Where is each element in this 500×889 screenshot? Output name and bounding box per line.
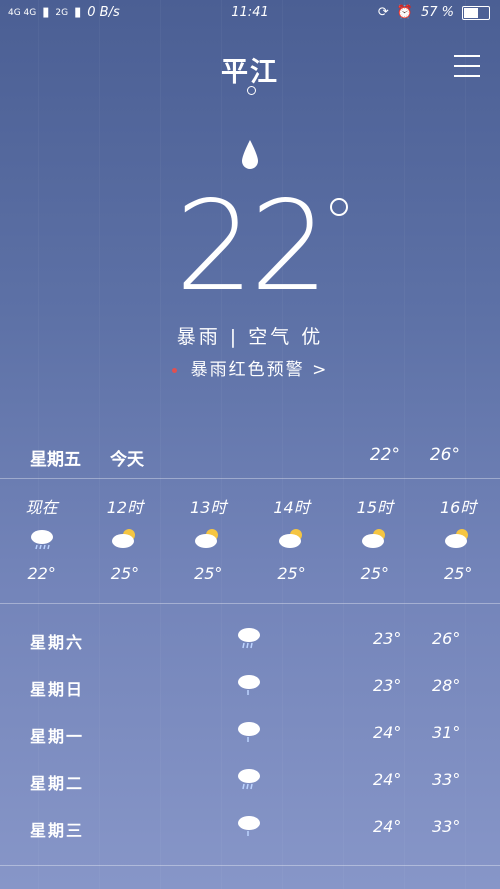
raindrop-icon: [242, 140, 258, 169]
battery-icon: [462, 5, 490, 20]
daily-forecast: 星期六 23° 26° 星期日 23° 28° 星期一 24° 31° 星期二 …: [0, 625, 500, 860]
today-high: 26°: [429, 445, 460, 465]
daily-low: 24°: [373, 770, 402, 789]
partly-cloudy-icon: [167, 520, 250, 556]
lock-rotation-icon: ⟳: [377, 5, 389, 20]
daily-weekday: 星期一: [30, 727, 85, 746]
hourly-item: 现在 22°: [0, 494, 83, 583]
heavy-rain-cloud-icon: [236, 625, 262, 653]
daily-row[interactable]: 星期一 24° 31°: [0, 719, 500, 766]
alert-text: 暴雨红色预警 >: [190, 360, 329, 380]
light-rain-cloud-icon: [236, 813, 262, 841]
daily-low: 24°: [373, 723, 402, 742]
daily-row[interactable]: 星期六 23° 26°: [0, 625, 500, 672]
daily-low: 24°: [373, 817, 402, 836]
daily-high: 33°: [432, 770, 461, 789]
menu-button[interactable]: [454, 55, 480, 77]
today-weekday: 星期五: [30, 450, 81, 470]
partly-cloudy-icon: [416, 520, 499, 556]
hourly-forecast[interactable]: 现在 22° 12时 25° 13时 25° 14时 25° 15时 25° 1…: [0, 494, 500, 583]
alarm-icon: ⏰: [396, 5, 413, 20]
current-temperature: 22: [175, 175, 329, 319]
divider: [0, 603, 500, 604]
status-bar: 4G 4G ▮ 2G ▮ 0 B/s 11:41 ⟳ ⏰ 57 %: [0, 0, 500, 26]
battery-percent: 57 %: [420, 5, 454, 20]
daily-high: 33°: [432, 817, 461, 836]
location-marker-icon: [247, 86, 256, 95]
hourly-time: 15时: [356, 498, 394, 517]
hourly-item: 14时 25°: [250, 494, 333, 583]
hourly-time: 14时: [273, 498, 310, 517]
daily-low: 23°: [373, 676, 402, 695]
city-name[interactable]: 平江: [0, 50, 500, 89]
hourly-item: 16时 25°: [416, 494, 499, 583]
partly-cloudy-icon: [250, 520, 333, 556]
today-low: 22°: [369, 445, 400, 465]
today-label: 今天: [110, 450, 144, 470]
weather-alert[interactable]: 暴雨红色预警 >: [0, 355, 500, 380]
today-row: 星期五 今天 22° 26°: [30, 445, 470, 470]
daily-high: 31°: [432, 723, 461, 742]
rain-cloud-icon: [0, 520, 83, 556]
daily-weekday: 星期三: [30, 821, 85, 840]
hourly-temp: 25°: [277, 564, 306, 583]
daily-low: 23°: [373, 629, 402, 648]
hourly-item: 13时 25°: [167, 494, 250, 583]
daily-high: 26°: [432, 629, 461, 648]
degree-symbol: [330, 198, 348, 216]
hourly-time: 13时: [190, 498, 227, 517]
hourly-temp: 22°: [27, 564, 56, 583]
daily-row[interactable]: 星期日 23° 28°: [0, 672, 500, 719]
hourly-item: 15时 25°: [333, 494, 416, 583]
heavy-rain-cloud-icon: [236, 766, 262, 794]
divider: [0, 865, 500, 866]
divider: [0, 478, 500, 479]
light-rain-cloud-icon: [236, 719, 262, 747]
daily-weekday: 星期二: [30, 774, 85, 793]
hourly-temp: 25°: [360, 564, 390, 583]
daily-row[interactable]: 星期二 24° 33°: [0, 766, 500, 813]
hourly-temp: 25°: [443, 564, 473, 583]
hourly-time: 16时: [439, 498, 477, 517]
hourly-temp: 25°: [110, 564, 140, 583]
hourly-time: 现在: [25, 498, 58, 517]
hourly-temp: 25°: [194, 564, 223, 583]
alert-dot-icon: [171, 367, 177, 373]
hourly-time: 12时: [106, 498, 144, 517]
hourly-item: 12时 25°: [83, 494, 166, 583]
partly-cloudy-icon: [333, 520, 416, 556]
daily-weekday: 星期六: [30, 633, 85, 652]
light-rain-cloud-icon: [236, 672, 262, 700]
current-condition: 暴雨 | 空气 优: [176, 326, 324, 348]
daily-weekday: 星期日: [30, 680, 85, 699]
daily-row[interactable]: 星期三 24° 33°: [0, 813, 500, 860]
partly-cloudy-icon: [83, 520, 166, 556]
daily-high: 28°: [432, 676, 461, 695]
